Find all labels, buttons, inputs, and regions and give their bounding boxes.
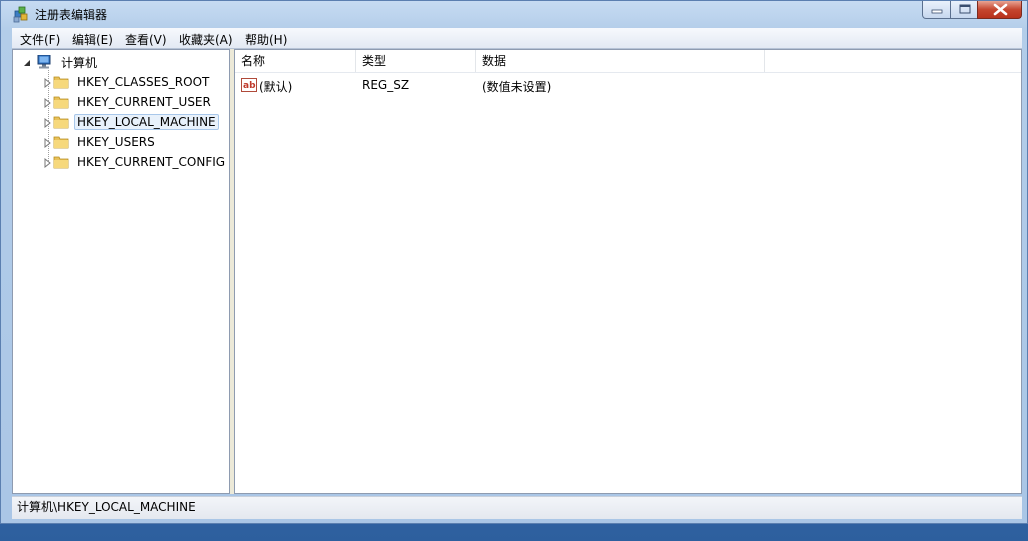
collapse-arrow-icon[interactable] [23,57,33,67]
folder-icon [53,155,69,169]
maximize-icon [959,4,971,14]
menu-edit[interactable]: 编辑(E) [72,31,113,48]
status-bar: 计算机\HKEY_LOCAL_MACHINE [12,496,1022,519]
computer-icon [35,54,53,69]
tree-item-hkey-local-machine[interactable]: HKEY_LOCAL_MACHINE [43,112,219,132]
column-header-type[interactable]: 类型 [356,50,476,72]
column-header-name[interactable]: 名称 [235,50,356,72]
close-icon [993,3,1008,16]
tree-item-hkey-current-user[interactable]: HKEY_CURRENT_USER [43,92,214,112]
tree-item-hkey-classes-root[interactable]: HKEY_CLASSES_ROOT [43,72,212,92]
column-header-data[interactable]: 数据 [476,50,765,72]
tree-label: HKEY_CURRENT_USER [77,95,211,109]
menu-file[interactable]: 文件(F) [20,31,60,48]
value-name: (默认) [259,80,293,94]
tree-item-hkey-current-config[interactable]: HKEY_CURRENT_CONFIG [43,152,228,172]
svg-text:ab: ab [243,81,256,91]
tree-label: HKEY_USERS [77,135,155,149]
expand-arrow-icon[interactable] [43,137,53,149]
expand-arrow-icon[interactable] [43,117,53,129]
close-button[interactable] [977,1,1022,19]
registry-editor-window: 注册表编辑器 文件(F) 编辑(E) 查看(V) 收藏夹(A) 帮助(H) 计算… [0,0,1028,524]
header-divider [235,72,1021,73]
title-bar[interactable]: 注册表编辑器 [1,1,1027,27]
minimize-button[interactable] [922,1,951,19]
menu-view[interactable]: 查看(V) [125,31,167,48]
tree-label-selected: HKEY_LOCAL_MACHINE [74,114,219,130]
tree-label: HKEY_CLASSES_ROOT [77,75,210,89]
value-data: (数值未设置) [482,80,552,94]
string-value-icon: ab [241,77,257,96]
value-list[interactable]: 名称 类型 数据 ab (默认) REG_SZ (数值未设置) [234,49,1022,494]
window-title: 注册表编辑器 [35,8,108,22]
expand-arrow-icon[interactable] [43,97,53,109]
menu-help[interactable]: 帮助(H) [245,31,287,48]
registry-tree[interactable]: 计算机 HKEY_CLASSES_ROOT HKEY_CURRENT_USER … [12,49,230,494]
folder-icon [53,75,69,89]
folder-icon [53,115,69,129]
folder-icon [53,95,69,109]
menu-bar: 文件(F) 编辑(E) 查看(V) 收藏夹(A) 帮助(H) [12,28,1022,49]
expand-arrow-icon[interactable] [43,77,53,89]
maximize-button[interactable] [950,1,978,19]
minimize-icon [931,9,943,14]
tree-label-computer: 计算机 [61,55,98,70]
value-type: REG_SZ [362,78,410,92]
folder-icon [53,135,69,149]
status-path: 计算机\HKEY_LOCAL_MACHINE [17,500,196,514]
tree-item-hkey-users[interactable]: HKEY_USERS [43,132,158,152]
tree-label: HKEY_CURRENT_CONFIG [77,155,226,169]
regedit-app-icon [13,5,31,23]
expand-arrow-icon[interactable] [43,157,53,169]
menu-favorites[interactable]: 收藏夹(A) [179,31,233,48]
tree-item-computer[interactable]: 计算机 [23,52,100,72]
